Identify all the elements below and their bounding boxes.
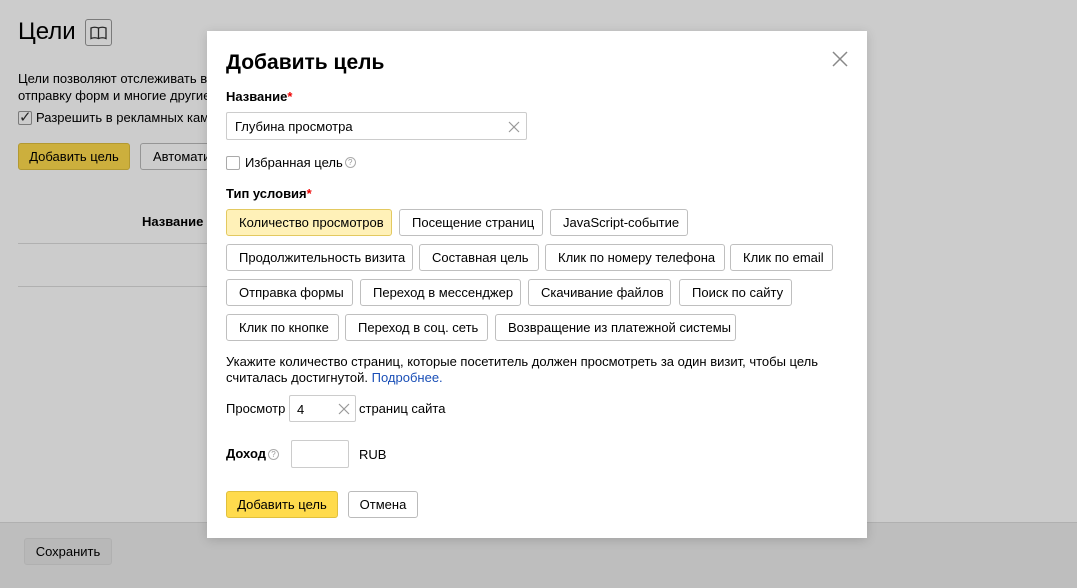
condition-type-email-click[interactable]: Клик по email	[730, 244, 833, 271]
condition-type-social[interactable]: Переход в соц. сеть	[345, 314, 488, 341]
views-count-value: 4	[297, 402, 305, 417]
condition-type-page-visit[interactable]: Посещение страниц	[399, 209, 543, 236]
condition-type-phone-click[interactable]: Клик по номеру телефона	[545, 244, 725, 271]
currency-label: RUB	[359, 447, 387, 462]
condition-type-payment-return[interactable]: Возвращение из платежной системы	[495, 314, 736, 341]
income-label: Доход?	[226, 446, 279, 461]
views-count-input[interactable]: 4	[289, 395, 356, 422]
required-mark: *	[287, 89, 293, 104]
dialog-title: Добавить цель	[226, 51, 385, 74]
required-mark: *	[306, 186, 312, 201]
goal-name-input[interactable]: Глубина просмотра	[226, 112, 527, 140]
close-icon[interactable]	[831, 50, 849, 68]
name-label-text: Название	[226, 89, 288, 104]
condition-type-label: Тип условия*	[226, 186, 312, 201]
condition-type-button-click[interactable]: Клик по кнопке	[226, 314, 339, 341]
condition-type-site-search[interactable]: Поиск по сайту	[679, 279, 792, 306]
condition-type-visit-duration[interactable]: Продолжительность визита	[226, 244, 413, 271]
clear-icon[interactable]	[508, 121, 520, 133]
income-label-text: Доход	[226, 446, 266, 461]
favorite-goal-checkbox[interactable]	[226, 155, 240, 170]
condition-type-js-event[interactable]: JavaScript-событие	[550, 209, 688, 236]
views-label: Просмотр	[226, 401, 286, 416]
submit-goal-button[interactable]: Добавить цель	[226, 491, 338, 518]
name-label: Название*	[226, 89, 292, 104]
condition-type-form-submit[interactable]: Отправка формы	[226, 279, 353, 306]
hint-line: Укажите количество страниц, которые посе…	[226, 354, 819, 369]
help-icon[interactable]: ?	[344, 157, 356, 168]
favorite-goal-row[interactable]: Избранная цель ?	[226, 155, 356, 170]
condition-type-pageviews[interactable]: Количество просмотров	[226, 209, 392, 236]
cancel-button[interactable]: Отмена	[348, 491, 418, 518]
views-suffix: страниц сайта	[359, 401, 446, 416]
condition-type-messenger[interactable]: Переход в мессенджер	[360, 279, 521, 306]
goal-name-value: Глубина просмотра	[235, 119, 353, 134]
condition-type-file-download[interactable]: Скачивание файлов	[528, 279, 671, 306]
help-icon[interactable]: ?	[267, 449, 279, 461]
learn-more-link[interactable]: Подробнее.	[372, 370, 443, 385]
favorite-goal-label: Избранная цель	[245, 155, 343, 170]
condition-type-composite[interactable]: Составная цель	[419, 244, 539, 271]
income-input[interactable]	[291, 440, 349, 468]
condition-type-label-text: Тип условия	[226, 186, 307, 201]
clear-icon[interactable]	[338, 403, 350, 415]
add-goal-dialog: Добавить цель Название* Глубина просмотр…	[207, 31, 867, 538]
hint-text: считалась достигнутой.	[226, 370, 368, 385]
condition-hint: Укажите количество страниц, которые посе…	[226, 354, 826, 386]
hint-line: считалась достигнутой. Подробнее.	[226, 370, 826, 386]
